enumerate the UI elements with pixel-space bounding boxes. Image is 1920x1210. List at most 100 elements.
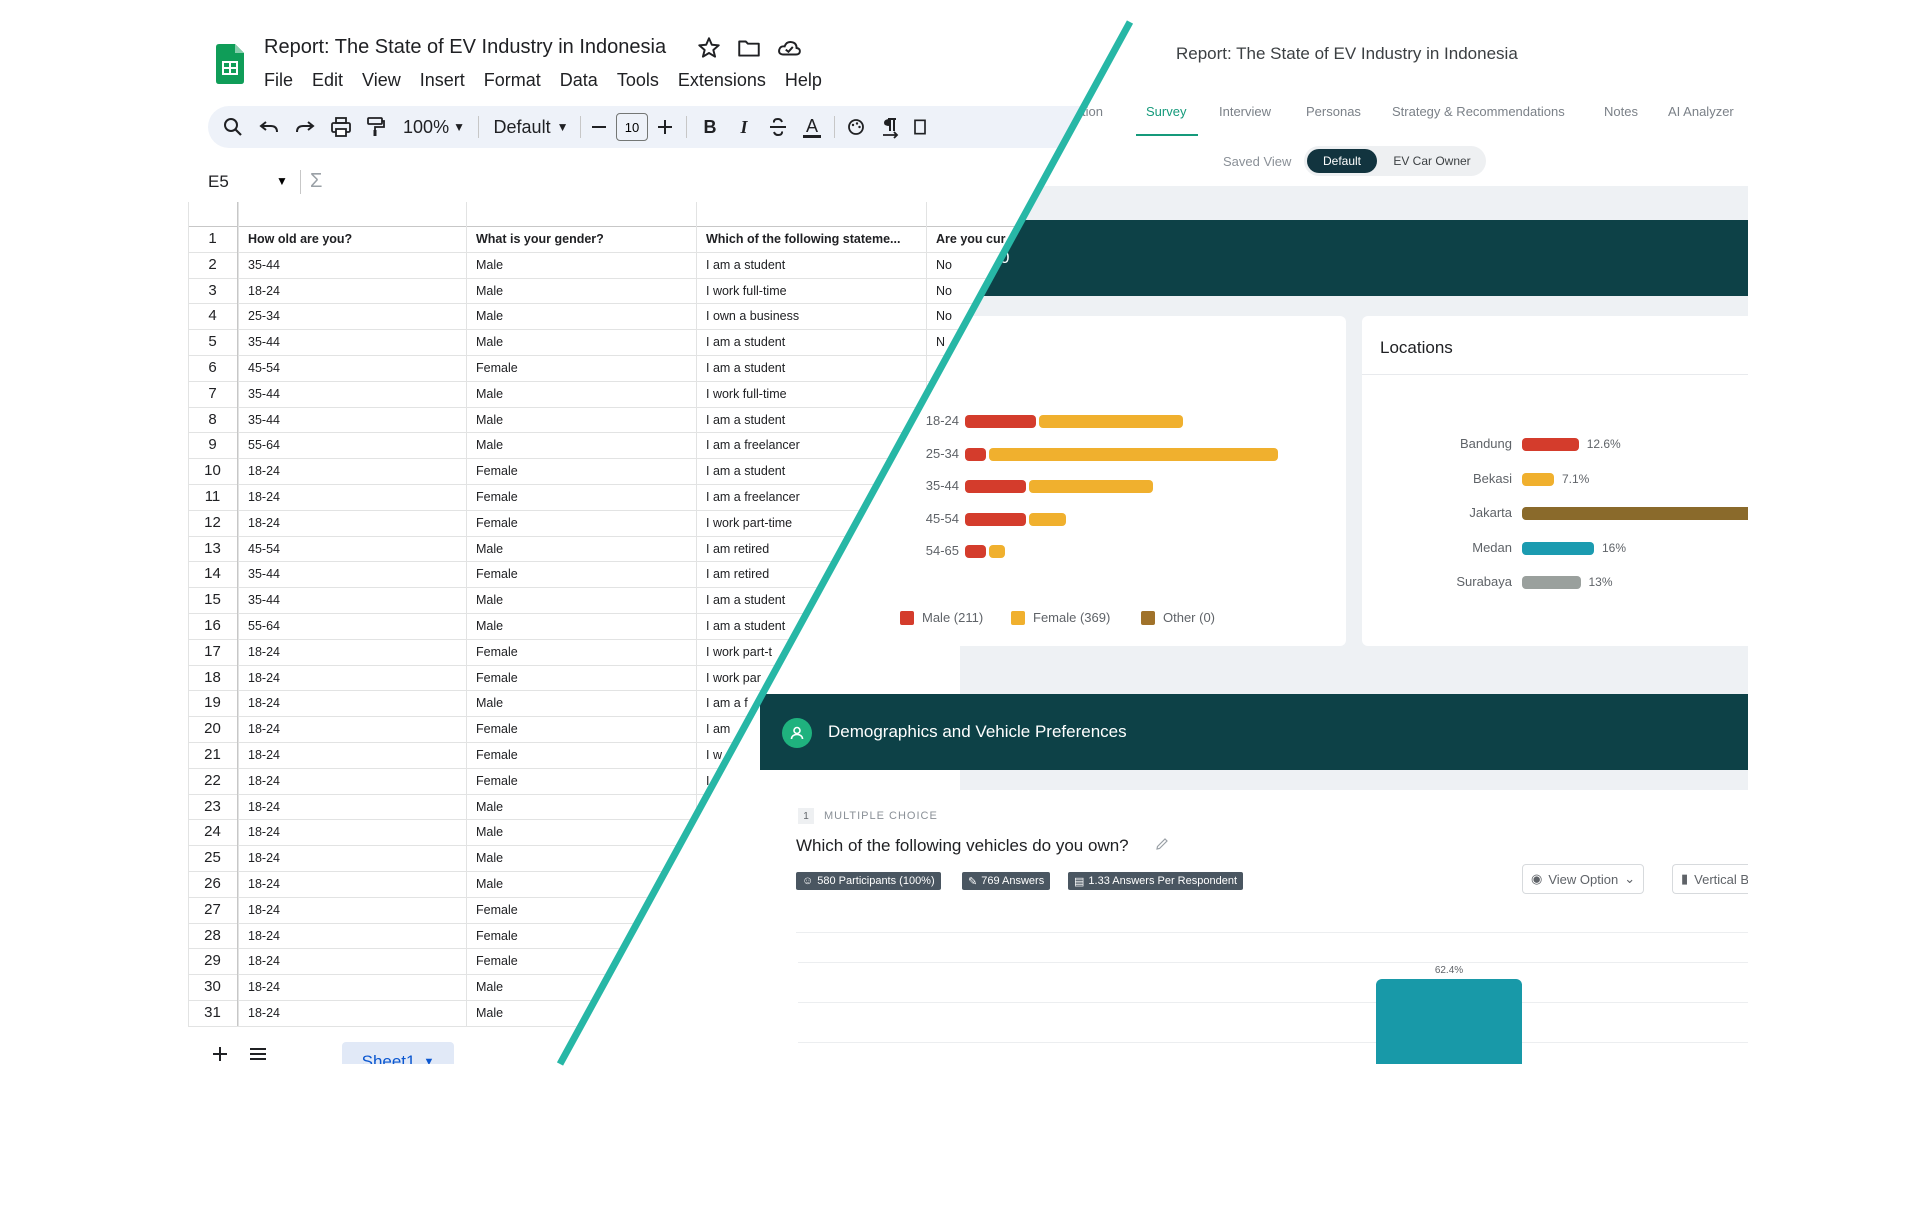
column-header-cell[interactable]: What is your gender? <box>476 232 692 246</box>
name-box[interactable]: E5 <box>208 172 229 192</box>
row-number[interactable]: 7 <box>188 385 237 402</box>
female-bar[interactable] <box>1038 415 1183 428</box>
tab-survey[interactable]: Survey <box>1146 104 1186 119</box>
vehicle-bar[interactable] <box>1376 979 1522 1064</box>
table-cell[interactable]: Female <box>476 645 692 659</box>
row-number[interactable]: 15 <box>188 591 237 608</box>
table-cell[interactable]: I am a student <box>706 413 922 427</box>
table-cell[interactable]: 18-24 <box>248 980 462 994</box>
view-option-button[interactable]: ◉ View Option ⌄ <box>1522 864 1645 894</box>
table-cell[interactable]: Male <box>476 800 692 814</box>
cloud-icon[interactable] <box>776 35 802 61</box>
column-header-cell[interactable]: How old are you? <box>248 232 462 246</box>
row-number[interactable]: 6 <box>188 359 237 376</box>
row-number[interactable]: 18 <box>188 669 237 686</box>
table-cell[interactable]: 18-24 <box>248 877 462 891</box>
menu-extensions[interactable]: Extensions <box>678 70 766 91</box>
table-cell[interactable]: Male <box>476 825 692 839</box>
table-cell[interactable]: 18-24 <box>248 490 462 504</box>
location-bar[interactable] <box>1522 576 1581 589</box>
row-number[interactable]: 21 <box>188 746 237 763</box>
add-sheet-icon[interactable] <box>208 1042 232 1064</box>
row-number[interactable]: 25 <box>188 849 237 866</box>
document-title[interactable]: Report: The State of EV Industry in Indo… <box>264 36 666 59</box>
zoom-select[interactable]: 100% ▼ <box>398 112 470 142</box>
row-number[interactable]: 2 <box>188 256 237 273</box>
table-cell[interactable]: Male <box>476 335 692 349</box>
row-number[interactable]: 31 <box>188 1004 237 1021</box>
sheet-tab[interactable]: Sheet1 ▼ <box>342 1042 454 1064</box>
table-cell[interactable]: 35-44 <box>248 567 462 581</box>
table-cell[interactable]: 45-54 <box>248 542 462 556</box>
menu-data[interactable]: Data <box>560 70 598 91</box>
row-number[interactable]: 16 <box>188 617 237 634</box>
menu-insert[interactable]: Insert <box>420 70 465 91</box>
table-cell[interactable]: 45-54 <box>248 361 462 375</box>
table-cell[interactable]: 18-24 <box>248 851 462 865</box>
column-header-cell[interactable]: Which of the following stateme... <box>706 232 922 246</box>
row-number[interactable]: 23 <box>188 798 237 815</box>
table-cell[interactable]: 35-44 <box>248 413 462 427</box>
edit-icon[interactable] <box>1154 836 1170 857</box>
view-ev-car-owner[interactable]: EV Car Owner <box>1382 149 1482 173</box>
tab-strategy[interactable]: Strategy & Recommendations <box>1392 104 1565 119</box>
table-cell[interactable]: I work full-time <box>706 387 922 401</box>
vertical-bar-button[interactable]: ▮ Vertical B <box>1672 864 1748 894</box>
female-bar[interactable] <box>988 545 1005 558</box>
table-cell[interactable]: Male <box>476 593 692 607</box>
table-cell[interactable]: 18-24 <box>248 696 462 710</box>
table-cell[interactable]: 55-64 <box>248 438 462 452</box>
all-sheets-icon[interactable] <box>246 1042 270 1064</box>
table-cell[interactable]: Male <box>476 438 692 452</box>
table-cell[interactable]: Male <box>476 696 692 710</box>
table-cell[interactable]: Male <box>476 542 692 556</box>
table-cell[interactable]: 55-64 <box>248 619 462 633</box>
table-cell[interactable]: 18-24 <box>248 516 462 530</box>
table-cell[interactable]: 18-24 <box>248 1006 462 1020</box>
row-number[interactable]: 9 <box>188 436 237 453</box>
menu-tools[interactable]: Tools <box>617 70 659 91</box>
function-icon[interactable]: Σ <box>310 170 322 193</box>
location-bar[interactable] <box>1522 541 1594 555</box>
location-bar[interactable] <box>1522 438 1579 451</box>
table-cell[interactable]: Male <box>476 309 692 323</box>
row-number[interactable]: 4 <box>188 307 237 324</box>
font-size-input[interactable]: 10 <box>616 113 648 141</box>
table-cell[interactable]: 18-24 <box>248 748 462 762</box>
table-cell[interactable]: 35-44 <box>248 593 462 607</box>
folder-icon[interactable] <box>736 35 762 61</box>
search-icon[interactable] <box>218 112 248 142</box>
table-cell[interactable]: Male <box>476 284 692 298</box>
row-number[interactable]: 19 <box>188 694 237 711</box>
male-bar[interactable] <box>965 545 986 558</box>
table-cell[interactable]: Male <box>476 387 692 401</box>
table-cell[interactable]: Female <box>476 774 692 788</box>
female-bar[interactable] <box>988 447 1278 461</box>
undo-icon[interactable] <box>254 112 284 142</box>
decrease-font-size-icon[interactable] <box>586 112 612 142</box>
location-bar[interactable] <box>1522 507 1748 520</box>
table-cell[interactable]: 18-24 <box>248 903 462 917</box>
paint-format-icon[interactable] <box>360 112 390 142</box>
sheet-tab-dropdown-icon[interactable]: ▼ <box>424 1056 435 1064</box>
row-number[interactable]: 30 <box>188 978 237 995</box>
menu-file[interactable]: File <box>264 70 293 91</box>
table-cell[interactable]: 18-24 <box>248 954 462 968</box>
male-bar[interactable] <box>965 447 986 461</box>
female-bar[interactable] <box>1029 480 1154 493</box>
text-direction-icon[interactable] <box>876 112 904 142</box>
print-icon[interactable] <box>326 112 356 142</box>
table-cell[interactable]: I own a business <box>706 309 922 323</box>
row-number[interactable]: 8 <box>188 411 237 428</box>
fill-color-icon[interactable] <box>842 112 870 142</box>
table-cell[interactable]: Female <box>476 490 692 504</box>
table-cell[interactable]: Male <box>476 851 692 865</box>
table-cell[interactable]: 35-44 <box>248 335 462 349</box>
table-cell[interactable]: Female <box>476 567 692 581</box>
table-cell[interactable]: Female <box>476 516 692 530</box>
row-number[interactable]: 5 <box>188 333 237 350</box>
increase-font-size-icon[interactable] <box>652 112 678 142</box>
menu-edit[interactable]: Edit <box>312 70 343 91</box>
strikethrough-icon[interactable] <box>764 112 792 142</box>
male-bar[interactable] <box>965 480 1026 493</box>
